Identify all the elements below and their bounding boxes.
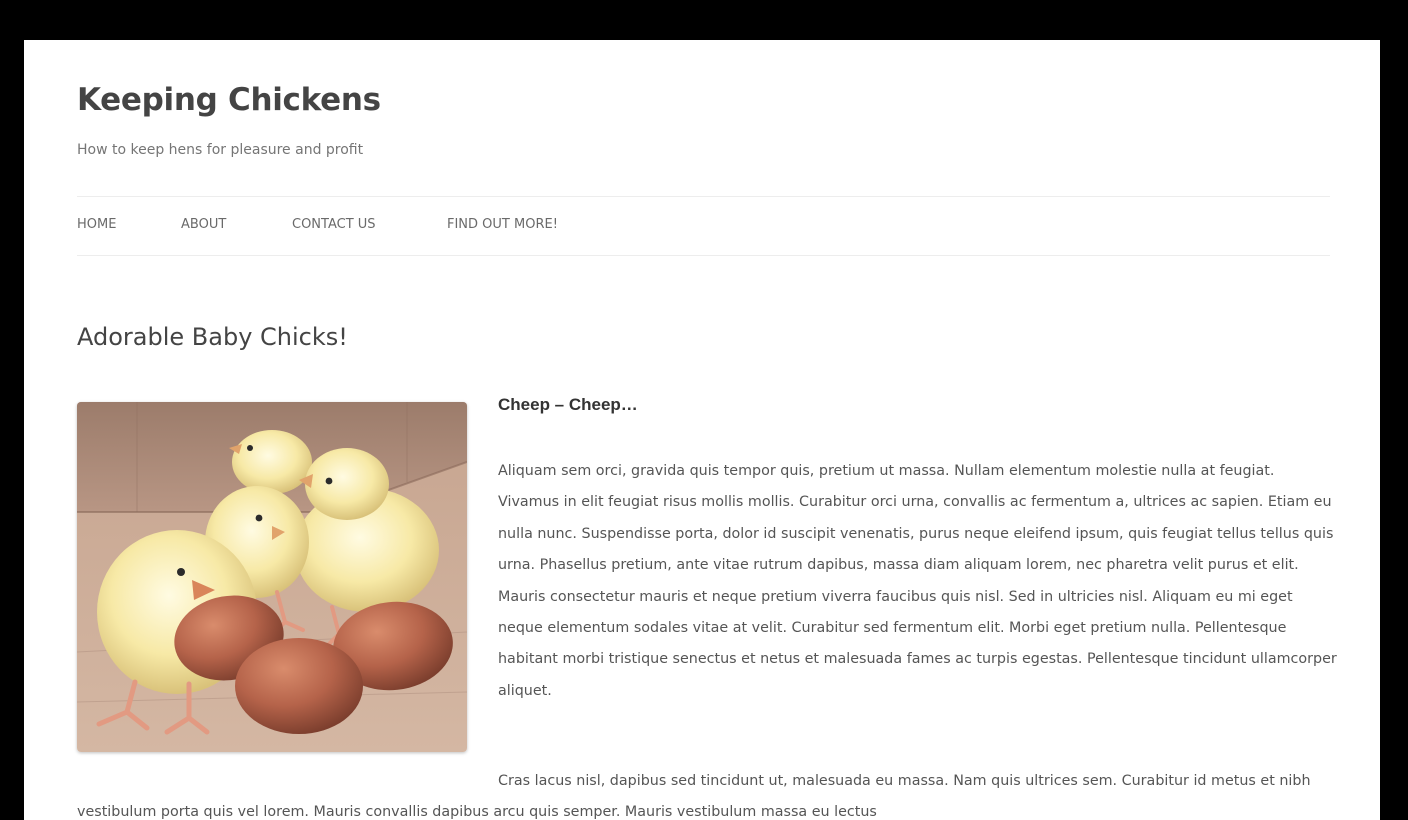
nav-item-about[interactable]: ABOUT [181, 217, 226, 232]
site-description: How to keep hens for pleasure and profit [77, 142, 364, 158]
main-navigation: HOME ABOUT CONTACT US FIND OUT MORE! [77, 196, 1330, 256]
nav-item-find-out-more[interactable]: FIND OUT MORE! [447, 217, 558, 232]
post-title: Adorable Baby Chicks! [77, 323, 348, 351]
page-container: Keeping Chickens How to keep hens for pl… [24, 40, 1380, 820]
post-paragraph-1: Aliquam sem orci, gravida quis tempor qu… [498, 463, 1337, 699]
site-title[interactable]: Keeping Chickens [77, 82, 381, 118]
post-image-chicks [77, 402, 467, 752]
nav-item-home[interactable]: HOME [77, 217, 116, 232]
nav-item-contact-us[interactable]: CONTACT US [292, 217, 376, 232]
post-subheading: Cheep – Cheep… [498, 395, 638, 414]
post-paragraph-2: Cras lacus nisl, dapibus sed tincidunt u… [77, 773, 1311, 820]
